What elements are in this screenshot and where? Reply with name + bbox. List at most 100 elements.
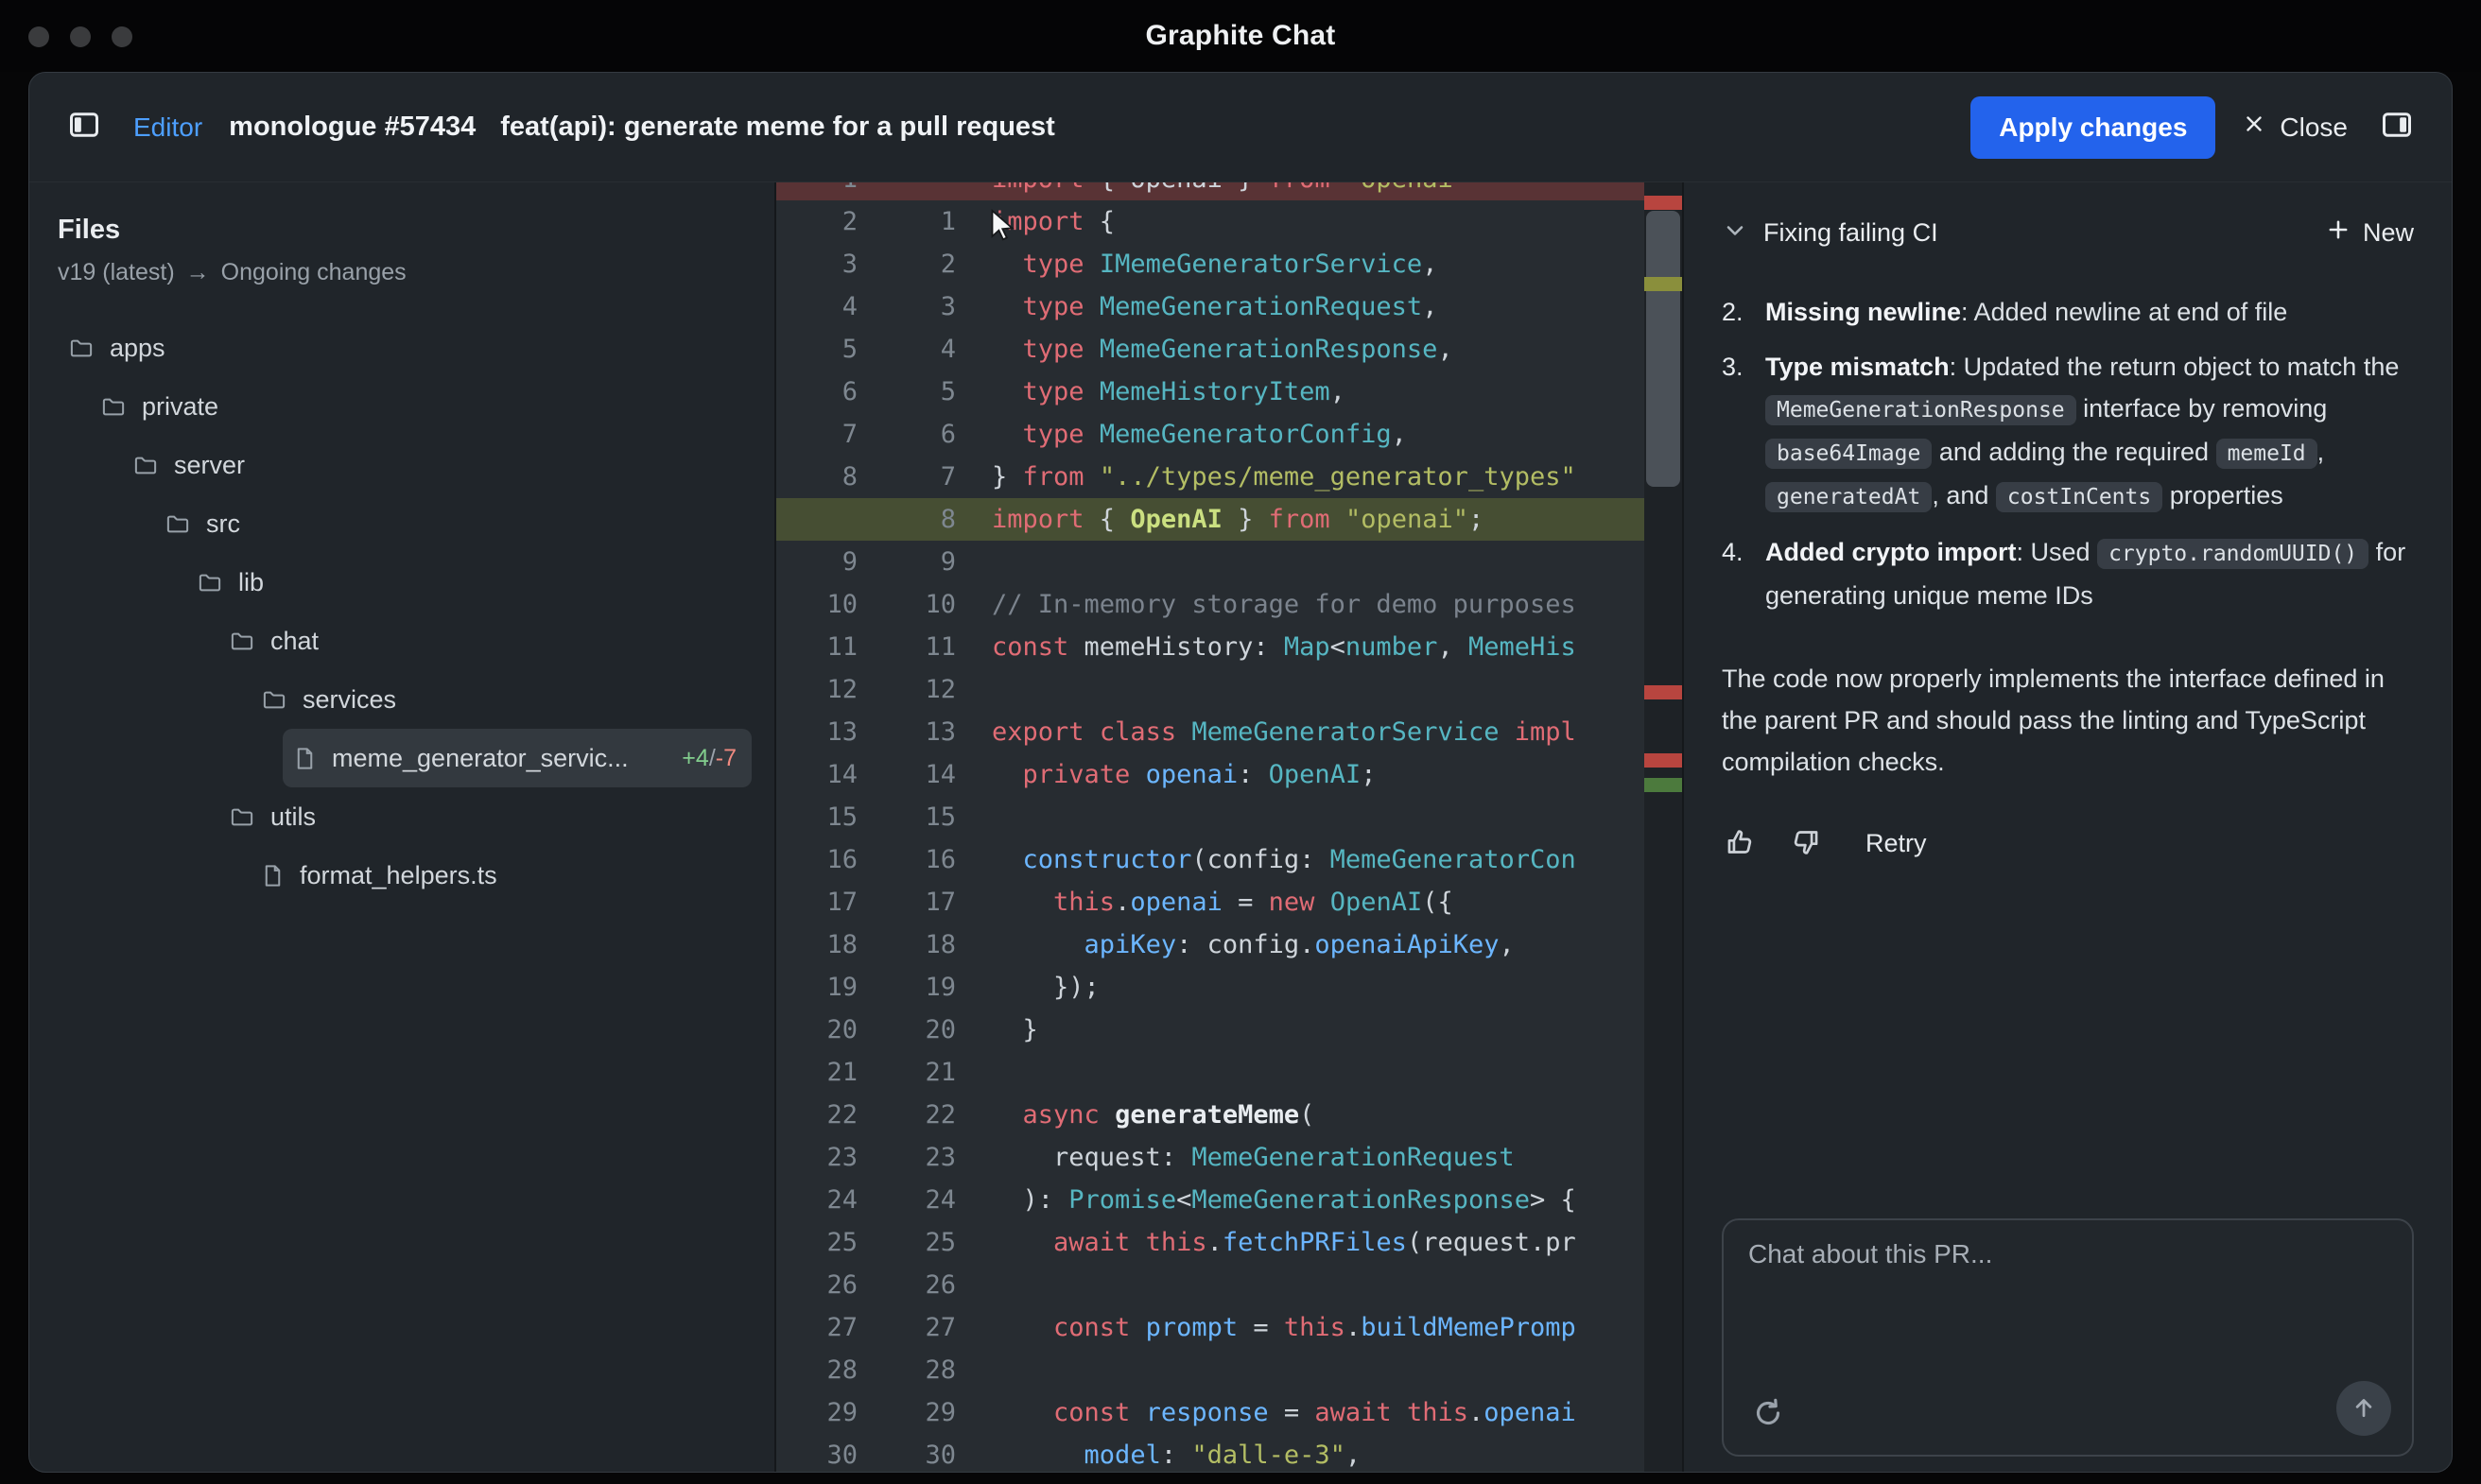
panel-left-icon bbox=[67, 108, 101, 147]
tree-folder-server[interactable]: server bbox=[122, 436, 752, 494]
line-number: 12 bbox=[875, 668, 973, 711]
code-line[interactable]: 1import { openai } from "openai" bbox=[776, 182, 1682, 200]
assistant-list-item: 4.Added crypto import: Used crypto.rando… bbox=[1722, 531, 2414, 616]
scrollbar-thumb[interactable] bbox=[1646, 211, 1680, 487]
code-line[interactable]: 2323 request: MemeGenerationRequest bbox=[776, 1136, 1682, 1179]
code-text: import { openai } from "openai" bbox=[973, 182, 1682, 200]
panel-left-toggle-button[interactable] bbox=[61, 105, 107, 150]
line-number: 15 bbox=[875, 796, 973, 838]
tree-label: meme_generator_servic... bbox=[332, 744, 629, 773]
code-line[interactable]: 2121 bbox=[776, 1051, 1682, 1094]
folder-icon bbox=[131, 453, 160, 478]
diff-marker-added bbox=[1644, 778, 1682, 792]
line-number: 22 bbox=[776, 1094, 875, 1136]
tree-file-format_helpers.ts[interactable]: format_helpers.ts bbox=[251, 846, 752, 905]
code-line[interactable]: 2727 const prompt = this.buildMemePromp bbox=[776, 1306, 1682, 1349]
macos-minimize-button[interactable] bbox=[70, 26, 91, 47]
code-line[interactable]: 43 type MemeGenerationRequest, bbox=[776, 285, 1682, 328]
tree-folder-src[interactable]: src bbox=[154, 494, 752, 553]
chat-input[interactable] bbox=[1748, 1239, 2387, 1362]
code-line[interactable]: 65 type MemeHistoryItem, bbox=[776, 371, 1682, 413]
tree-folder-private[interactable]: private bbox=[90, 377, 752, 436]
code-text: type MemeGenerationResponse, bbox=[973, 328, 1682, 371]
code-line[interactable]: 1717 this.openai = new OpenAI({ bbox=[776, 881, 1682, 923]
inline-code: costInCents bbox=[1996, 482, 2162, 512]
tree-folder-services[interactable]: services bbox=[251, 670, 752, 729]
tree-folder-apps[interactable]: apps bbox=[58, 319, 752, 377]
tree-folder-chat[interactable]: chat bbox=[218, 612, 752, 670]
tree-file-meme_generator_servic...[interactable]: meme_generator_servic...+4/-7 bbox=[283, 729, 752, 787]
retry-button[interactable]: Retry bbox=[1865, 829, 1927, 858]
line-number: 27 bbox=[875, 1306, 973, 1349]
code-line[interactable]: 1818 apiKey: config.openaiApiKey, bbox=[776, 923, 1682, 966]
code-text: type MemeGenerationRequest, bbox=[973, 285, 1682, 328]
code-line[interactable]: 54 type MemeGenerationResponse, bbox=[776, 328, 1682, 371]
code-line[interactable]: 2222 async generateMeme( bbox=[776, 1094, 1682, 1136]
thread-selector[interactable]: Fixing failing CI bbox=[1722, 217, 1938, 249]
diff-marker-deleted bbox=[1644, 196, 1682, 210]
folder-icon bbox=[260, 687, 288, 713]
inline-code: memeId bbox=[2216, 439, 2317, 469]
code-text: apiKey: config.openaiApiKey, bbox=[973, 923, 1682, 966]
code-line[interactable]: 8import { OpenAI } from "openai"; bbox=[776, 498, 1682, 541]
pr-title: monologue #57434 feat(api): generate mem… bbox=[229, 112, 1055, 143]
code-line[interactable]: 2626 bbox=[776, 1264, 1682, 1306]
code-text bbox=[973, 668, 1682, 711]
code-line[interactable]: 2525 await this.fetchPRFiles(request.pr bbox=[776, 1221, 1682, 1264]
code-line[interactable]: 1414 private openai: OpenAI; bbox=[776, 753, 1682, 796]
code-line[interactable]: 1313export class MemeGeneratorService im… bbox=[776, 711, 1682, 753]
version-row[interactable]: v19 (latest) → Ongoing changes bbox=[58, 259, 752, 286]
line-number: 19 bbox=[875, 966, 973, 1009]
scrollbar-track[interactable] bbox=[1644, 182, 1682, 1472]
line-number: 28 bbox=[776, 1349, 875, 1391]
line-number: 1 bbox=[875, 200, 973, 243]
code-line[interactable]: 1515 bbox=[776, 796, 1682, 838]
code-line[interactable]: 1212 bbox=[776, 668, 1682, 711]
code-line[interactable]: 99 bbox=[776, 541, 1682, 583]
code-line[interactable]: 87} from "../types/meme_generator_types" bbox=[776, 456, 1682, 498]
tree-label: lib bbox=[238, 568, 264, 597]
code-line[interactable]: 1111const memeHistory: Map<number, MemeH… bbox=[776, 626, 1682, 668]
line-number: 28 bbox=[875, 1349, 973, 1391]
line-number: 25 bbox=[875, 1221, 973, 1264]
pr-title-text: feat(api): generate meme for a pull requ… bbox=[500, 112, 1055, 143]
code-line[interactable]: 2020 } bbox=[776, 1009, 1682, 1051]
line-number: 16 bbox=[875, 838, 973, 881]
macos-close-button[interactable] bbox=[28, 26, 49, 47]
close-button[interactable]: Close bbox=[2242, 112, 2348, 143]
line-number: 23 bbox=[875, 1136, 973, 1179]
code-line[interactable]: 2828 bbox=[776, 1349, 1682, 1391]
code-line[interactable]: 1616 constructor(config: MemeGeneratorCo… bbox=[776, 838, 1682, 881]
line-number: 2 bbox=[875, 243, 973, 285]
code-text: model: "dall-e-3", bbox=[973, 1434, 1682, 1472]
code-line[interactable]: 2424 ): Promise<MemeGenerationResponse> … bbox=[776, 1179, 1682, 1221]
tree-folder-lib[interactable]: lib bbox=[186, 553, 752, 612]
thumbs-down-button[interactable] bbox=[1786, 824, 1824, 862]
code-line[interactable]: 1010// In-memory storage for demo purpos… bbox=[776, 583, 1682, 626]
code-line[interactable]: 32 type IMemeGeneratorService, bbox=[776, 243, 1682, 285]
send-button[interactable] bbox=[2336, 1381, 2391, 1436]
pr-repo-label: monologue #57434 bbox=[229, 112, 476, 143]
new-thread-label: New bbox=[2363, 218, 2414, 248]
code-line[interactable]: 21import { bbox=[776, 200, 1682, 243]
thumbs-up-button[interactable] bbox=[1722, 824, 1760, 862]
line-number: 24 bbox=[875, 1179, 973, 1221]
tree-label: private bbox=[142, 392, 218, 422]
line-number: 16 bbox=[776, 838, 875, 881]
apply-changes-button[interactable]: Apply changes bbox=[1970, 96, 2215, 159]
code-line[interactable]: 76 type MemeGeneratorConfig, bbox=[776, 413, 1682, 456]
traffic-lights bbox=[28, 26, 132, 47]
line-number: 7 bbox=[776, 413, 875, 456]
macos-zoom-button[interactable] bbox=[112, 26, 132, 47]
refresh-button[interactable] bbox=[1748, 1394, 1788, 1434]
code-line[interactable]: 2929 const response = await this.openai bbox=[776, 1391, 1682, 1434]
line-number: 2 bbox=[776, 200, 875, 243]
code-line[interactable]: 3030 model: "dall-e-3", bbox=[776, 1434, 1682, 1472]
tree-folder-utils[interactable]: utils bbox=[218, 787, 752, 846]
new-thread-button[interactable]: New bbox=[2325, 216, 2414, 250]
line-number: 18 bbox=[875, 923, 973, 966]
code-text: }); bbox=[973, 966, 1682, 1009]
panel-right-toggle-button[interactable] bbox=[2374, 105, 2420, 150]
diff-editor: 1import { openai } from "openai"21import… bbox=[774, 182, 1684, 1472]
code-line[interactable]: 1919 }); bbox=[776, 966, 1682, 1009]
